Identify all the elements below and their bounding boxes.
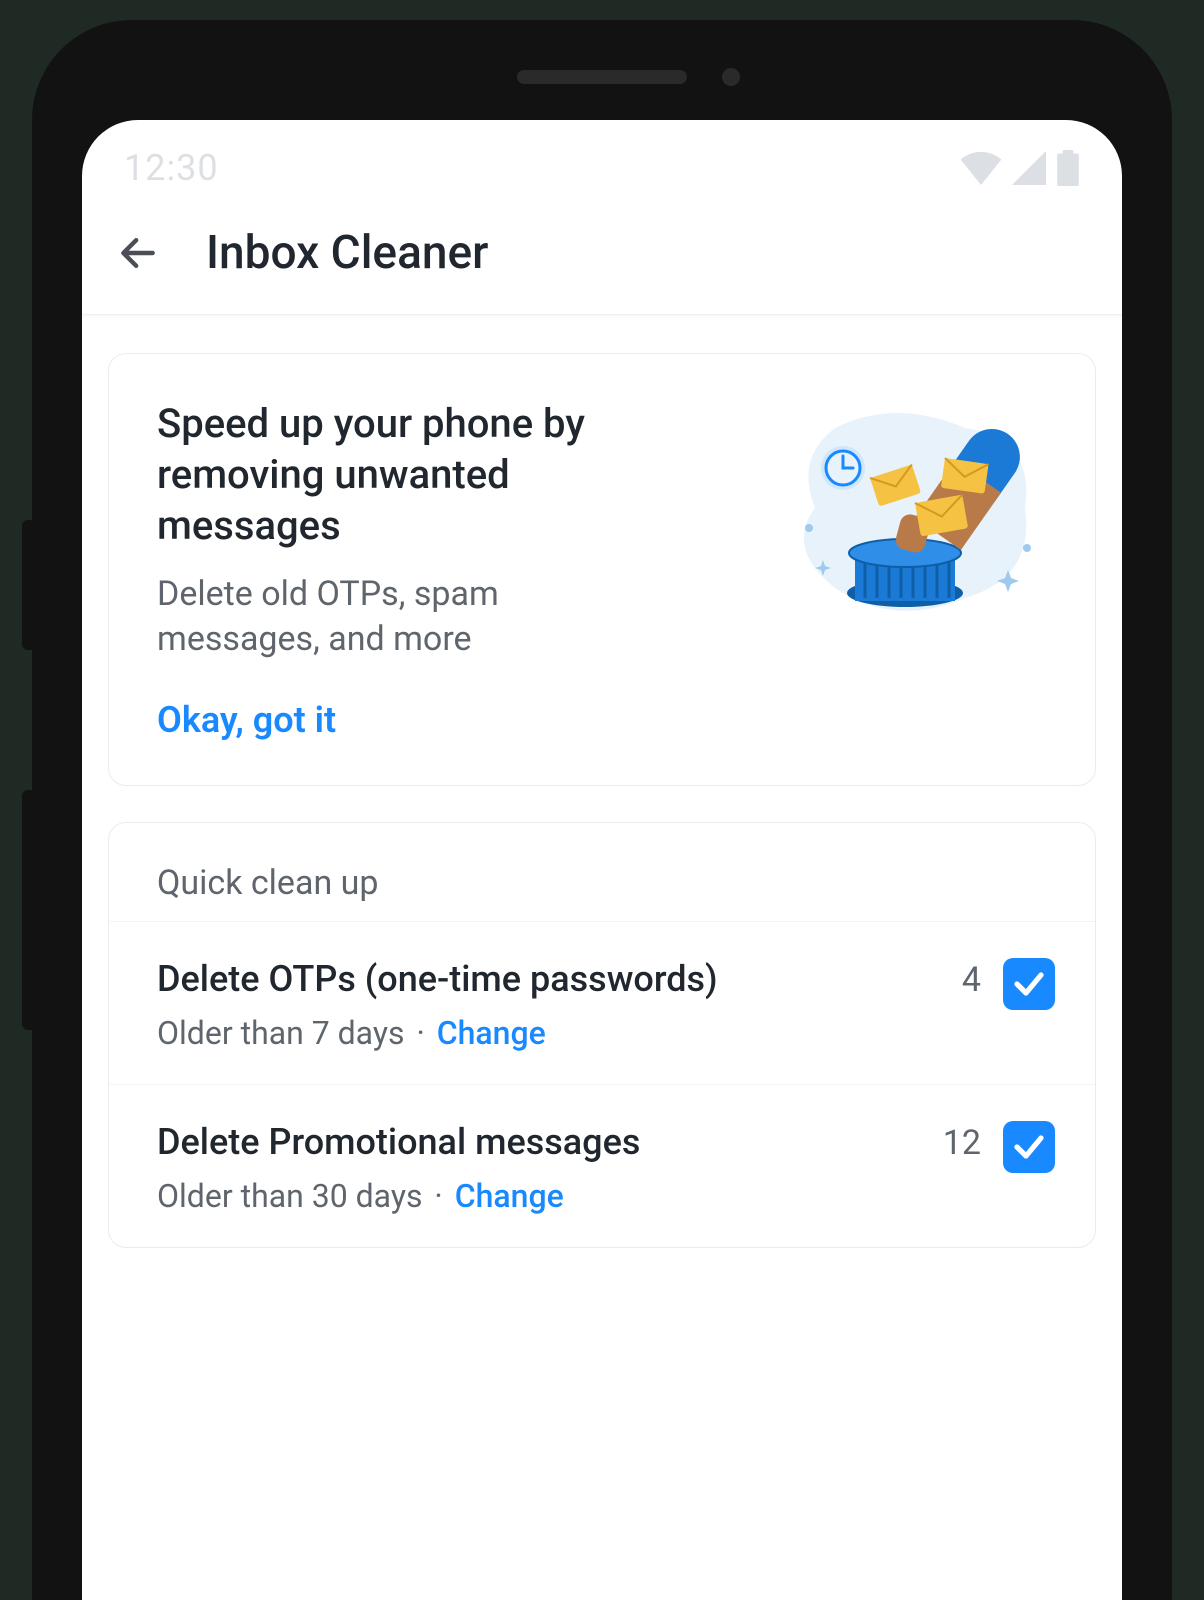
cleanup-row-otps[interactable]: Delete OTPs (one-time passwords) Older t… — [109, 921, 1095, 1084]
status-time: 12:30 — [124, 147, 219, 189]
back-button[interactable] — [112, 227, 164, 279]
change-link[interactable]: Change — [437, 1014, 546, 1052]
cleanup-row-promos[interactable]: Delete Promotional messages Older than 3… — [109, 1084, 1095, 1247]
row-count: 12 — [943, 1121, 981, 1163]
speaker-grille — [517, 70, 687, 84]
cleanup-card: Quick clean up Delete OTPs (one-time pas… — [108, 822, 1096, 1248]
phone-frame: 12:30 Inbox Cleaner Speed up your phone … — [32, 20, 1172, 1600]
front-camera — [722, 68, 740, 86]
row-title: Delete Promotional messages — [157, 1121, 921, 1163]
row-subtitle: Older than 7 days · Change — [157, 1014, 940, 1052]
row-age: Older than 30 days — [157, 1177, 422, 1215]
promo-cta-link[interactable]: Okay, got it — [157, 699, 763, 741]
check-icon — [1011, 1129, 1047, 1165]
arrow-left-icon — [116, 231, 160, 275]
cleanup-section-title: Quick clean up — [109, 823, 1095, 921]
page-title: Inbox Cleaner — [206, 226, 488, 280]
screen: 12:30 Inbox Cleaner Speed up your phone … — [82, 120, 1122, 1600]
checkbox-otps[interactable] — [1003, 958, 1055, 1010]
signal-icon — [1010, 151, 1048, 185]
promo-subtitle: Delete old OTPs, spam messages, and more — [157, 572, 577, 664]
row-subtitle: Older than 30 days · Change — [157, 1177, 921, 1215]
status-bar: 12:30 — [82, 120, 1122, 204]
row-count: 4 — [962, 958, 981, 1000]
power-button — [22, 790, 34, 1030]
change-link[interactable]: Change — [455, 1177, 564, 1215]
status-icons — [960, 150, 1080, 186]
row-age: Older than 7 days — [157, 1014, 405, 1052]
row-title: Delete OTPs (one-time passwords) — [157, 958, 940, 1000]
promo-text: Speed up your phone by removing unwanted… — [157, 398, 763, 741]
battery-icon — [1056, 150, 1080, 186]
content-area: Speed up your phone by removing unwanted… — [82, 315, 1122, 1248]
wifi-icon — [960, 151, 1002, 185]
checkbox-promos[interactable] — [1003, 1121, 1055, 1173]
promo-illustration — [775, 398, 1055, 638]
promo-card: Speed up your phone by removing unwanted… — [108, 353, 1096, 786]
check-icon — [1011, 966, 1047, 1002]
volume-button — [22, 520, 34, 650]
app-bar: Inbox Cleaner — [82, 204, 1122, 315]
promo-title: Speed up your phone by removing unwanted… — [157, 398, 637, 552]
